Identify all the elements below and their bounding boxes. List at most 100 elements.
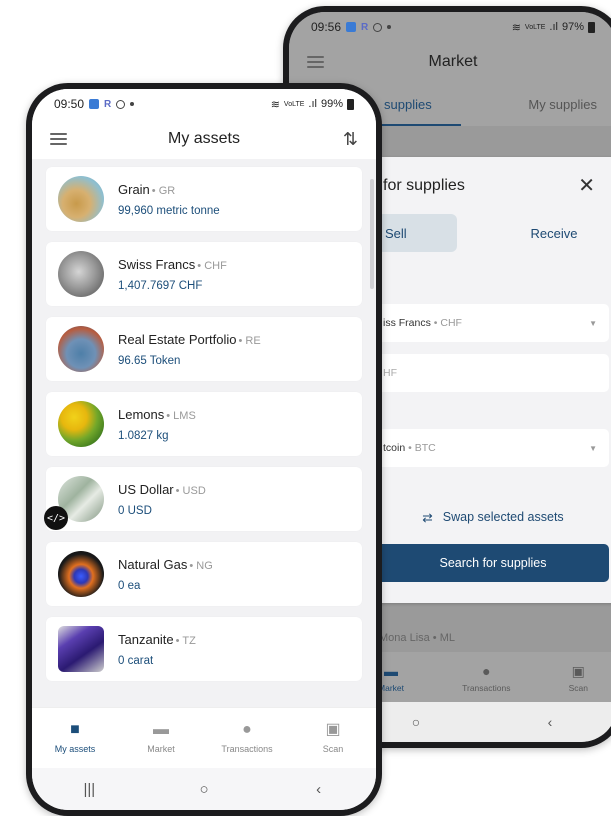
nav-label: Transactions <box>462 682 511 693</box>
from-asset-name: iss Francs <box>383 317 431 329</box>
notification-icon <box>89 99 100 109</box>
peek-list-item: Mona Lisa • ML <box>379 632 455 644</box>
close-icon[interactable]: ✕ <box>578 173 595 198</box>
asset-balance: 0 ea <box>118 580 141 592</box>
nav-transactions[interactable]: ● Transactions <box>462 664 510 693</box>
home-button[interactable]: ○ <box>396 714 436 730</box>
gemstone-image <box>58 626 104 672</box>
back-button[interactable]: ‹ <box>530 714 570 730</box>
menu-icon[interactable] <box>50 133 67 145</box>
recents-button[interactable]: ||| <box>69 781 109 798</box>
store-icon: ▬ <box>384 662 399 679</box>
dot-icon <box>130 102 135 106</box>
search-supplies-button[interactable]: Search for supplies <box>377 544 609 582</box>
clock-icon: ● <box>482 662 491 679</box>
to-asset-symbol: • BTC <box>408 442 436 454</box>
battery-label: 99% <box>320 98 343 110</box>
wifi-icon: ≋ <box>511 21 521 34</box>
building-image <box>58 326 104 372</box>
receive-segment-button[interactable]: Receive <box>499 214 609 252</box>
assets-appbar: My assets ⇅ <box>32 119 376 159</box>
system-nav: ||| ○ ‹ <box>32 768 376 810</box>
code-icon[interactable]: </> <box>44 506 68 530</box>
status-bar: 09:50 R ≋ VoLTE .ıl 99% <box>32 89 376 119</box>
asset-name: Real Estate Portfolio <box>118 332 237 347</box>
market-bottom-nav: ▬ Market ● Transactions ▣ Scan <box>349 652 611 704</box>
page-title: Market <box>428 53 478 70</box>
swap-assets-button[interactable]: ⇄ Swap selected assets <box>377 499 609 535</box>
asset-balance: 0 carat <box>118 655 154 667</box>
qr-icon: ▣ <box>571 662 585 679</box>
store-icon: ▬ <box>153 721 169 738</box>
assets-phone: 09:50 R ≋ VoLTE .ıl 99% My assets ⇅ Grai… <box>26 83 382 816</box>
chevron-down-icon: ▼ <box>589 318 597 328</box>
asset-name: Tanzanite <box>118 632 174 647</box>
amount-input[interactable]: HF <box>377 354 609 392</box>
network-label: VoLTE <box>524 23 546 31</box>
asset-item-real-estate[interactable]: Real Estate Portfolio • RE 96.65 Token <box>46 317 362 381</box>
assets-screen: 09:50 R ≋ VoLTE .ıl 99% My assets ⇅ Grai… <box>32 89 376 810</box>
nav-transactions[interactable]: ● Transactions <box>212 721 282 755</box>
asset-name: Grain <box>118 182 150 197</box>
r-icon: R <box>104 98 112 110</box>
sort-icon[interactable]: ⇅ <box>343 129 358 150</box>
back-button[interactable]: ‹ <box>299 781 339 798</box>
dot-icon <box>387 25 392 29</box>
asset-balance: 1,407.7697 CHF <box>118 280 203 292</box>
gas-flame-image <box>58 551 104 597</box>
dollar-bills-image: </> <box>44 476 104 530</box>
asset-symbol: • USD <box>175 485 206 497</box>
signal-icon: .ıl <box>308 98 317 110</box>
sell-segment-button[interactable]: Sell <box>377 214 457 252</box>
swap-icon: ⇄ <box>422 510 433 525</box>
asset-balance: 96.65 Token <box>118 355 181 367</box>
asset-name: Lemons <box>118 407 165 422</box>
asset-name: US Dollar <box>118 482 174 497</box>
lemons-image <box>58 401 104 447</box>
asset-name: Natural Gas <box>118 557 188 572</box>
menu-icon[interactable] <box>307 56 324 68</box>
asset-balance: 1.0827 kg <box>118 430 169 442</box>
tab-my-supplies[interactable]: My supplies <box>491 82 611 126</box>
asset-item-natural-gas[interactable]: Natural Gas • NG 0 ea <box>46 542 362 606</box>
asset-symbol: • TZ <box>175 635 196 647</box>
asset-item-us-dollar[interactable]: </> US Dollar • USD 0 USD <box>44 467 362 531</box>
scrollbar[interactable] <box>370 179 374 289</box>
nav-scan[interactable]: ▣ Scan <box>569 664 588 693</box>
battery-label: 97% <box>561 21 584 33</box>
sheet-title: for supplies <box>383 177 465 194</box>
nav-label: My assets <box>54 744 96 754</box>
nav-my-assets[interactable]: ■ My assets <box>40 721 110 755</box>
clock-icon: ● <box>242 721 252 738</box>
system-nav: ○ ‹ <box>349 702 611 742</box>
home-button[interactable]: ○ <box>184 781 224 798</box>
asset-item-grain[interactable]: Grain • GR 99,960 metric tonne <box>46 167 362 231</box>
nav-market[interactable]: ▬ Market <box>126 721 196 755</box>
briefcase-icon: ■ <box>70 721 80 738</box>
search-supplies-sheet: for supplies ✕ Sell Receive iss Francs •… <box>349 157 611 603</box>
asset-item-lemons[interactable]: Lemons • LMS 1.0827 kg <box>46 392 362 456</box>
network-label: VoLTE <box>283 100 305 108</box>
to-asset-name: tcoin <box>383 442 406 454</box>
circle-icon <box>116 99 126 109</box>
nav-label: Transactions <box>221 744 273 754</box>
nav-label: Market <box>147 744 175 754</box>
asset-item-tanzanite[interactable]: Tanzanite • TZ 0 carat <box>46 617 362 681</box>
asset-item-swiss-francs[interactable]: Swiss Francs • CHF 1,407.7697 CHF <box>46 242 362 306</box>
from-asset-select[interactable]: iss Francs • CHF ▼ <box>377 304 609 342</box>
status-time: 09:56 <box>311 20 342 34</box>
swap-label: Swap selected assets <box>442 510 564 524</box>
nav-scan[interactable]: ▣ Scan <box>298 721 368 755</box>
from-asset-symbol: • CHF <box>433 317 462 329</box>
asset-balance: 0 USD <box>118 505 152 517</box>
qr-icon: ▣ <box>325 721 341 738</box>
signal-icon: .ıl <box>549 21 558 33</box>
status-time: 09:50 <box>54 97 85 111</box>
page-title: My assets <box>167 130 240 147</box>
to-asset-select[interactable]: tcoin • BTC ▼ <box>377 429 609 467</box>
asset-symbol: • NG <box>189 560 213 572</box>
asset-balance: 99,960 metric tonne <box>118 205 220 217</box>
asset-list: Grain • GR 99,960 metric tonne Swiss Fran… <box>32 159 376 681</box>
chevron-down-icon: ▼ <box>589 443 597 453</box>
battery-icon <box>588 21 595 33</box>
